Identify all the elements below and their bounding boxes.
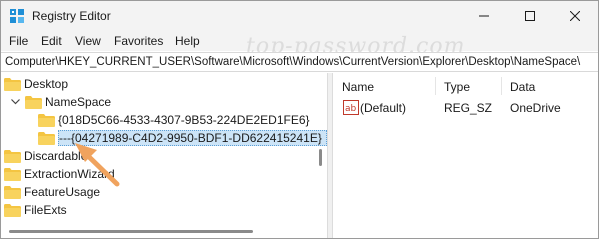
minimize-button[interactable] (461, 1, 507, 31)
pane-splitter[interactable] (327, 73, 333, 238)
value-data: OneDrive (510, 101, 561, 115)
tree-horizontal-scrollbar[interactable] (1, 222, 327, 238)
tree-item-label: Discardable (24, 149, 88, 163)
tree-item-guid-018d5c66[interactable]: {018D5C66-4533-4307-9B53-224DE2ED1FE6} (38, 111, 310, 129)
value-type: REG_SZ (444, 101, 493, 115)
menu-favorites[interactable]: Favorites (114, 34, 163, 48)
tree-item-label: Desktop (24, 77, 69, 91)
tree-item-label: ---{04271989-C4D2-9950-BDF1-DD622415241E… (58, 130, 327, 146)
string-value-icon: ab (343, 100, 359, 115)
column-divider[interactable] (501, 77, 502, 95)
tree-item-namespace[interactable]: NameSpace (9, 93, 111, 111)
tree-item-guid-04271989-selected[interactable]: ---{04271989-C4D2-9950-BDF1-DD622415241E… (38, 129, 327, 147)
window-title: Registry Editor (32, 9, 111, 23)
key-tree-pane[interactable]: Desktop NameSpace {018D5C66-4533-4307-9B… (1, 73, 327, 238)
svg-text:ab: ab (345, 104, 357, 114)
close-button[interactable] (552, 1, 598, 31)
folder-icon (4, 167, 21, 181)
maximize-icon (525, 11, 535, 21)
folder-icon (4, 185, 21, 199)
address-path[interactable]: Computer\HKEY_CURRENT_USER\Software\Micr… (5, 56, 580, 68)
folder-icon (25, 95, 42, 109)
close-icon (570, 11, 580, 21)
folder-icon (4, 203, 21, 217)
folder-icon (38, 113, 55, 127)
maximize-button[interactable] (507, 1, 553, 31)
menu-help[interactable]: Help (175, 34, 200, 48)
tree-item-discardable[interactable]: Discardable (4, 147, 87, 165)
minimize-icon (479, 15, 489, 17)
tree-item-extractionwizard[interactable]: ExtractionWizard (4, 165, 115, 183)
column-divider[interactable] (435, 77, 436, 95)
folder-icon (38, 131, 55, 145)
scrollbar-thumb[interactable] (9, 230, 253, 233)
tree-item-featureusage[interactable]: FeatureUsage (4, 183, 100, 201)
tree-vertical-scrollbar[interactable] (319, 149, 322, 166)
tree-item-desktop[interactable]: Desktop (4, 75, 68, 93)
tree-item-label: {018D5C66-4533-4307-9B53-224DE2ED1FE6} (58, 113, 310, 127)
column-header-type[interactable]: Type (444, 80, 470, 94)
values-list-pane[interactable]: Name Type Data ab (Default) REG_SZ OneDr… (334, 73, 598, 238)
tree-item-label: ExtractionWizard (24, 167, 115, 181)
tree-item-fileexts[interactable]: FileExts (4, 201, 67, 219)
tree-item-label: FeatureUsage (24, 185, 101, 199)
column-header-data[interactable]: Data (510, 80, 535, 94)
registry-editor-window: Registry Editor File Edit View Favorites… (0, 0, 599, 239)
chevron-down-icon[interactable] (9, 96, 21, 108)
tree-item-label: FileExts (24, 203, 67, 217)
menu-file[interactable]: File (9, 34, 28, 48)
column-header-name[interactable]: Name (342, 80, 374, 94)
menu-view[interactable]: View (75, 34, 101, 48)
address-bar[interactable]: Computer\HKEY_CURRENT_USER\Software\Micr… (1, 52, 598, 72)
folder-icon (4, 149, 21, 163)
folder-icon (4, 77, 21, 91)
registry-editor-icon (10, 9, 24, 23)
tree-item-label: NameSpace (45, 95, 112, 109)
menu-edit[interactable]: Edit (41, 34, 62, 48)
value-name[interactable]: (Default) (360, 101, 406, 115)
title-bar[interactable]: Registry Editor (1, 1, 598, 31)
menu-bar: File Edit View Favorites Help (1, 31, 598, 51)
